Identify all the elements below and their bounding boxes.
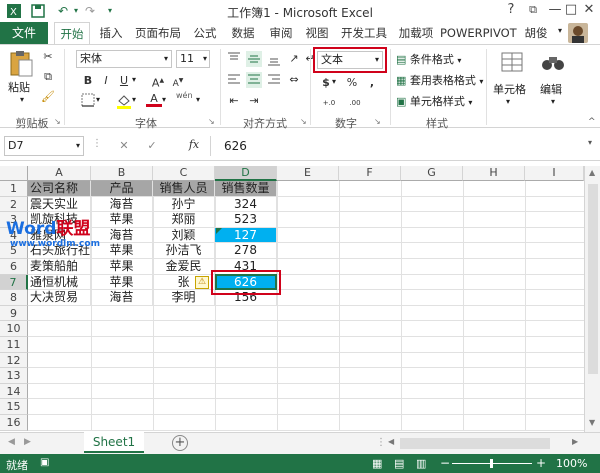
table-cell[interactable]: 278	[215, 243, 277, 259]
scroll-thumb[interactable]	[588, 184, 598, 374]
row-header[interactable]: 15	[0, 399, 28, 415]
zoom-level[interactable]: 100%	[556, 457, 587, 470]
table-cell[interactable]: 大决贸易	[28, 290, 91, 306]
add-sheet-icon[interactable]: +	[172, 435, 188, 451]
normal-view-icon[interactable]: ▦	[372, 457, 382, 470]
gridline	[463, 181, 464, 431]
macro-record-icon[interactable]: ▣	[40, 457, 49, 468]
table-cell[interactable]: 324	[215, 196, 277, 213]
table-cell[interactable]: 海苔	[91, 196, 153, 213]
warning-icon[interactable]: ⚠	[195, 275, 209, 289]
status-bar: 就绪 ▣ ▦ ▤ ▥ − + 100%	[0, 454, 600, 473]
highlight-box	[211, 269, 281, 296]
column-header[interactable]: C	[153, 166, 215, 181]
vertical-scrollbar[interactable]: ▲ ▼	[584, 166, 600, 432]
row-header[interactable]: 2	[0, 196, 28, 213]
error-indicator-icon	[216, 227, 222, 234]
gridline	[28, 336, 584, 337]
status-ready: 就绪	[6, 459, 28, 472]
gridline	[28, 367, 584, 369]
table-cell[interactable]: 苹果	[91, 243, 153, 259]
watermark-lianmeng: 联盟	[56, 219, 91, 239]
row-header[interactable]: 16	[0, 415, 28, 431]
column-header[interactable]: D	[215, 166, 277, 181]
gridline	[525, 181, 526, 431]
gridline	[28, 398, 584, 400]
row-header[interactable]: 8	[0, 290, 28, 306]
column-header[interactable]: G	[401, 166, 463, 181]
watermark-url: www.wordlm.com	[10, 239, 100, 249]
table-cell[interactable]: 李明	[153, 290, 215, 306]
row-header[interactable]: 9	[0, 305, 28, 322]
table-cell[interactable]: 海苔	[91, 227, 153, 244]
gridline	[277, 181, 278, 431]
gridline	[339, 181, 340, 431]
row-header[interactable]: 10	[0, 321, 28, 337]
column-header[interactable]: E	[277, 166, 339, 181]
row-header[interactable]: 12	[0, 352, 28, 369]
scroll-up-icon[interactable]: ▲	[589, 168, 595, 177]
row-header[interactable]: 14	[0, 383, 28, 400]
table-cell[interactable]: 孙宁	[153, 196, 215, 213]
gridline	[401, 181, 402, 431]
select-all-button[interactable]	[0, 166, 28, 181]
column-header[interactable]: F	[339, 166, 401, 181]
zoom-in-button[interactable]: +	[536, 456, 546, 470]
table-cell[interactable]: 523	[215, 212, 277, 228]
scroll-left-icon[interactable]: ◀	[388, 437, 394, 446]
row-header[interactable]: 7	[0, 274, 28, 291]
table-cell[interactable]: 麦策船舶	[28, 259, 91, 275]
column-header[interactable]: H	[463, 166, 525, 181]
gridline	[28, 382, 584, 384]
page-layout-view-icon[interactable]: ▤	[394, 457, 404, 470]
table-cell[interactable]: 震天实业	[28, 196, 91, 213]
watermark-text: Word联盟	[6, 214, 90, 239]
sheet-tab-sheet1[interactable]: Sheet1	[84, 432, 144, 453]
table-cell[interactable]: 刘颖	[153, 227, 215, 244]
next-sheet-icon[interactable]: ▶	[24, 437, 31, 447]
page-break-view-icon[interactable]: ▥	[416, 457, 426, 470]
table-cell[interactable]: 苹果	[91, 259, 153, 275]
table-cell[interactable]: 金爱民	[153, 259, 215, 275]
watermark-logo: Word联盟 www.wordlm.com	[4, 214, 100, 254]
row-header[interactable]: 1	[0, 181, 28, 197]
table-header-cell[interactable]: 产品	[91, 181, 153, 197]
table-cell[interactable]: 郑丽	[153, 212, 215, 228]
watermark-word: Word	[6, 219, 57, 239]
table-cell[interactable]: 127	[215, 227, 277, 244]
horizontal-scroll-thumb[interactable]	[400, 438, 550, 449]
scroll-right-icon[interactable]: ▶	[572, 437, 578, 446]
table-header-cell[interactable]: 公司名称	[28, 181, 91, 197]
table-cell[interactable]: 通恒机械	[28, 274, 91, 291]
gridline	[28, 351, 584, 353]
gridline	[28, 414, 584, 415]
zoom-out-button[interactable]: −	[440, 456, 450, 470]
row-header[interactable]: 6	[0, 259, 28, 275]
column-header[interactable]: A	[28, 166, 91, 181]
column-header[interactable]: B	[91, 166, 153, 181]
column-header[interactable]: I	[525, 166, 584, 181]
row-header[interactable]: 11	[0, 337, 28, 353]
table-cell[interactable]: 苹果	[91, 274, 153, 291]
prev-sheet-icon[interactable]: ◀	[8, 437, 15, 447]
zoom-slider-thumb[interactable]	[490, 459, 493, 468]
table-header-cell[interactable]: 销售人员	[153, 181, 215, 197]
gridline	[28, 320, 584, 322]
table-cell[interactable]: 苹果	[91, 212, 153, 228]
table-cell[interactable]: 海苔	[91, 290, 153, 306]
table-cell[interactable]: 孙洁飞	[153, 243, 215, 259]
row-header[interactable]: 13	[0, 368, 28, 384]
sheet-bar: ◀ ▶ Sheet1 + ⋮ ◀ ▶	[0, 432, 600, 454]
scroll-down-icon[interactable]: ▼	[589, 418, 595, 427]
tab-split-handle-icon[interactable]: ⋮	[376, 437, 386, 448]
gridline	[28, 429, 584, 431]
table-header-cell[interactable]: 销售数量	[215, 181, 277, 197]
